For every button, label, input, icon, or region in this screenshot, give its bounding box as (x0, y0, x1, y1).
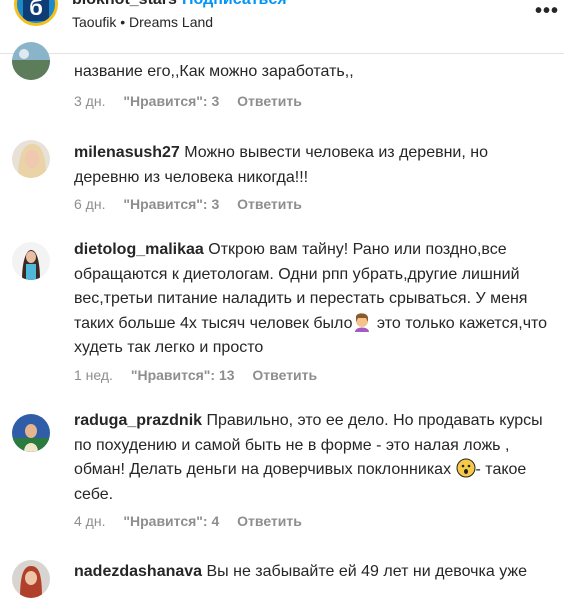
comment-meta: 4 дн. "Нравится": 4 Ответить (74, 513, 316, 529)
likes-count[interactable]: "Нравится": 3 (123, 196, 219, 212)
account-avatar[interactable]: б (14, 0, 58, 26)
comment-username[interactable]: nadezdashanava (74, 563, 202, 580)
comment-meta: 1 нед. "Нравится": 13 Ответить (74, 367, 331, 383)
comment-time[interactable]: 1 нед. (74, 367, 113, 383)
comment-username[interactable]: milenasush27 (74, 144, 180, 161)
comment-meta: 6 дн. "Нравится": 3 Ответить (74, 196, 316, 212)
avatar[interactable] (12, 242, 50, 280)
comment-time[interactable]: 6 дн. (74, 196, 105, 212)
avatar[interactable] (12, 560, 50, 598)
follow-button[interactable]: Подписаться (182, 0, 287, 9)
avatar[interactable] (12, 414, 50, 452)
comment-time[interactable]: 3 дн. (74, 93, 105, 109)
comment-text: milenasush27 Можно вывести человека из д… (74, 144, 488, 186)
account-logo-letter: б (23, 0, 49, 21)
header-divider (0, 53, 564, 54)
hushed-face-emoji-icon (456, 458, 476, 478)
comment-meta: 3 дн. "Нравится": 3 Ответить (74, 93, 316, 109)
avatar[interactable] (12, 140, 50, 178)
account-username[interactable]: blokhot_stars (72, 0, 177, 9)
comment-text: raduga_prazdnik Правильно, это ее дело. … (74, 412, 543, 503)
comment-text: dietolog_malikaa Открою вам тайну! Рано … (74, 241, 548, 356)
comment-text: nadezdashanava Вы не забывайте ей 49 лет… (74, 563, 527, 580)
reply-button[interactable]: Ответить (237, 513, 302, 529)
comment-username[interactable]: raduga_prazdnik (74, 412, 202, 429)
likes-count[interactable]: "Нравится": 3 (123, 93, 219, 109)
comment-text: название его,,Как можно заработать,, (74, 63, 354, 80)
more-options-icon[interactable]: ••• (535, 0, 559, 23)
comment-time[interactable]: 4 дн. (74, 513, 105, 529)
reply-button[interactable]: Ответить (252, 367, 317, 383)
likes-count[interactable]: "Нравится": 4 (123, 513, 219, 529)
audio-subtitle[interactable]: Taoufik • Dreams Land (72, 14, 213, 30)
reply-button[interactable]: Ответить (237, 93, 302, 109)
comment-username[interactable]: dietolog_malikaa (74, 241, 204, 258)
reply-button[interactable]: Ответить (237, 196, 302, 212)
avatar[interactable] (12, 42, 50, 80)
woman-shrugging-emoji-icon (355, 312, 370, 332)
post-header: б blokhot_stars Подписаться Taoufik • Dr… (0, 0, 564, 54)
likes-count[interactable]: "Нравится": 13 (131, 367, 235, 383)
